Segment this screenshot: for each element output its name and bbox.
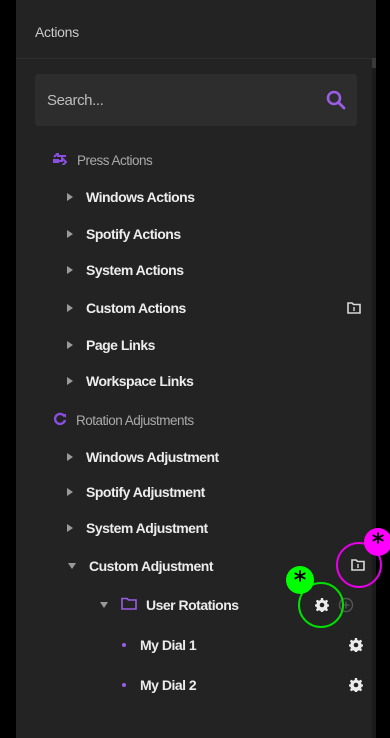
tree-item-spotify-adjustment[interactable]: Spotify Adjustment bbox=[67, 477, 205, 507]
asterisk-marker-magenta: * bbox=[364, 528, 390, 556]
expand-arrow-icon[interactable] bbox=[67, 230, 73, 238]
scrollbar-track[interactable] bbox=[372, 58, 376, 738]
tree-item-system-adjustment[interactable]: System Adjustment bbox=[67, 513, 208, 543]
tree-item-spotify-actions[interactable]: Spotify Actions bbox=[67, 219, 181, 249]
folder-icon bbox=[121, 597, 137, 613]
collapse-arrow-icon[interactable] bbox=[68, 563, 76, 569]
rotation-icon bbox=[53, 412, 67, 429]
tree-item-label: Workspace Links bbox=[86, 373, 194, 389]
expand-arrow-icon[interactable] bbox=[67, 193, 73, 201]
search-icon[interactable] bbox=[325, 89, 347, 111]
tree-item-system-actions[interactable]: System Actions bbox=[67, 255, 184, 285]
tree-item-workspace-links[interactable]: Workspace Links bbox=[67, 366, 194, 396]
tree-item-label: System Actions bbox=[86, 262, 184, 278]
tree-folder-user-rotations[interactable]: User Rotations bbox=[100, 590, 239, 620]
new-folder-icon[interactable] bbox=[347, 301, 361, 314]
tree-item-label: User Rotations bbox=[146, 597, 239, 613]
tree-item-page-links[interactable]: Page Links bbox=[67, 330, 155, 360]
section-label: Press Actions bbox=[77, 152, 153, 168]
asterisk-symbol: * bbox=[293, 566, 307, 594]
search-box bbox=[35, 74, 357, 126]
tree-item-custom-adjustment[interactable]: Custom Adjustment bbox=[68, 551, 213, 581]
tree-item-my-dial-1[interactable]: My Dial 1 bbox=[122, 630, 197, 660]
tree-item-label: My Dial 1 bbox=[140, 637, 197, 653]
expand-arrow-icon[interactable] bbox=[67, 266, 73, 274]
tree-item-label: My Dial 2 bbox=[140, 677, 197, 693]
tree-item-label: Custom Actions bbox=[86, 300, 186, 316]
scrollbar-thumb[interactable] bbox=[372, 58, 376, 68]
tree-item-label: Custom Adjustment bbox=[89, 558, 213, 574]
expand-arrow-icon[interactable] bbox=[67, 377, 73, 385]
divider bbox=[16, 58, 376, 59]
tree-item-label: Spotify Actions bbox=[86, 226, 181, 242]
asterisk-marker-green: * bbox=[286, 566, 314, 594]
tree-item-windows-adjustment[interactable]: Windows Adjustment bbox=[67, 442, 219, 472]
tree-item-label: System Adjustment bbox=[86, 520, 208, 536]
expand-arrow-icon[interactable] bbox=[67, 524, 73, 532]
tree-item-label: Page Links bbox=[86, 337, 155, 353]
search-input[interactable] bbox=[47, 74, 317, 126]
section-label: Rotation Adjustments bbox=[76, 412, 194, 428]
tree-item-label: Windows Actions bbox=[86, 189, 195, 205]
section-rotation-adjustments[interactable]: Rotation Adjustments bbox=[53, 405, 194, 435]
press-actions-icon bbox=[52, 150, 68, 168]
tree-item-my-dial-2[interactable]: My Dial 2 bbox=[122, 670, 197, 700]
gear-icon[interactable] bbox=[349, 638, 363, 652]
tree-item-label: Windows Adjustment bbox=[86, 449, 219, 465]
tree-item-label: Spotify Adjustment bbox=[86, 484, 205, 500]
asterisk-symbol: * bbox=[371, 528, 385, 556]
expand-arrow-icon[interactable] bbox=[67, 488, 73, 496]
tree-item-custom-actions[interactable]: Custom Actions bbox=[67, 293, 186, 323]
expand-arrow-icon[interactable] bbox=[67, 453, 73, 461]
section-press-actions[interactable]: Press Actions bbox=[52, 145, 153, 175]
tree-item-windows-actions[interactable]: Windows Actions bbox=[67, 182, 195, 212]
expand-arrow-icon[interactable] bbox=[67, 341, 73, 349]
bullet-icon bbox=[122, 683, 126, 687]
expand-arrow-icon[interactable] bbox=[67, 304, 73, 312]
bullet-icon bbox=[122, 643, 126, 647]
panel-title: Actions bbox=[35, 24, 79, 40]
collapse-arrow-icon[interactable] bbox=[100, 602, 108, 608]
gear-icon[interactable] bbox=[349, 678, 363, 692]
